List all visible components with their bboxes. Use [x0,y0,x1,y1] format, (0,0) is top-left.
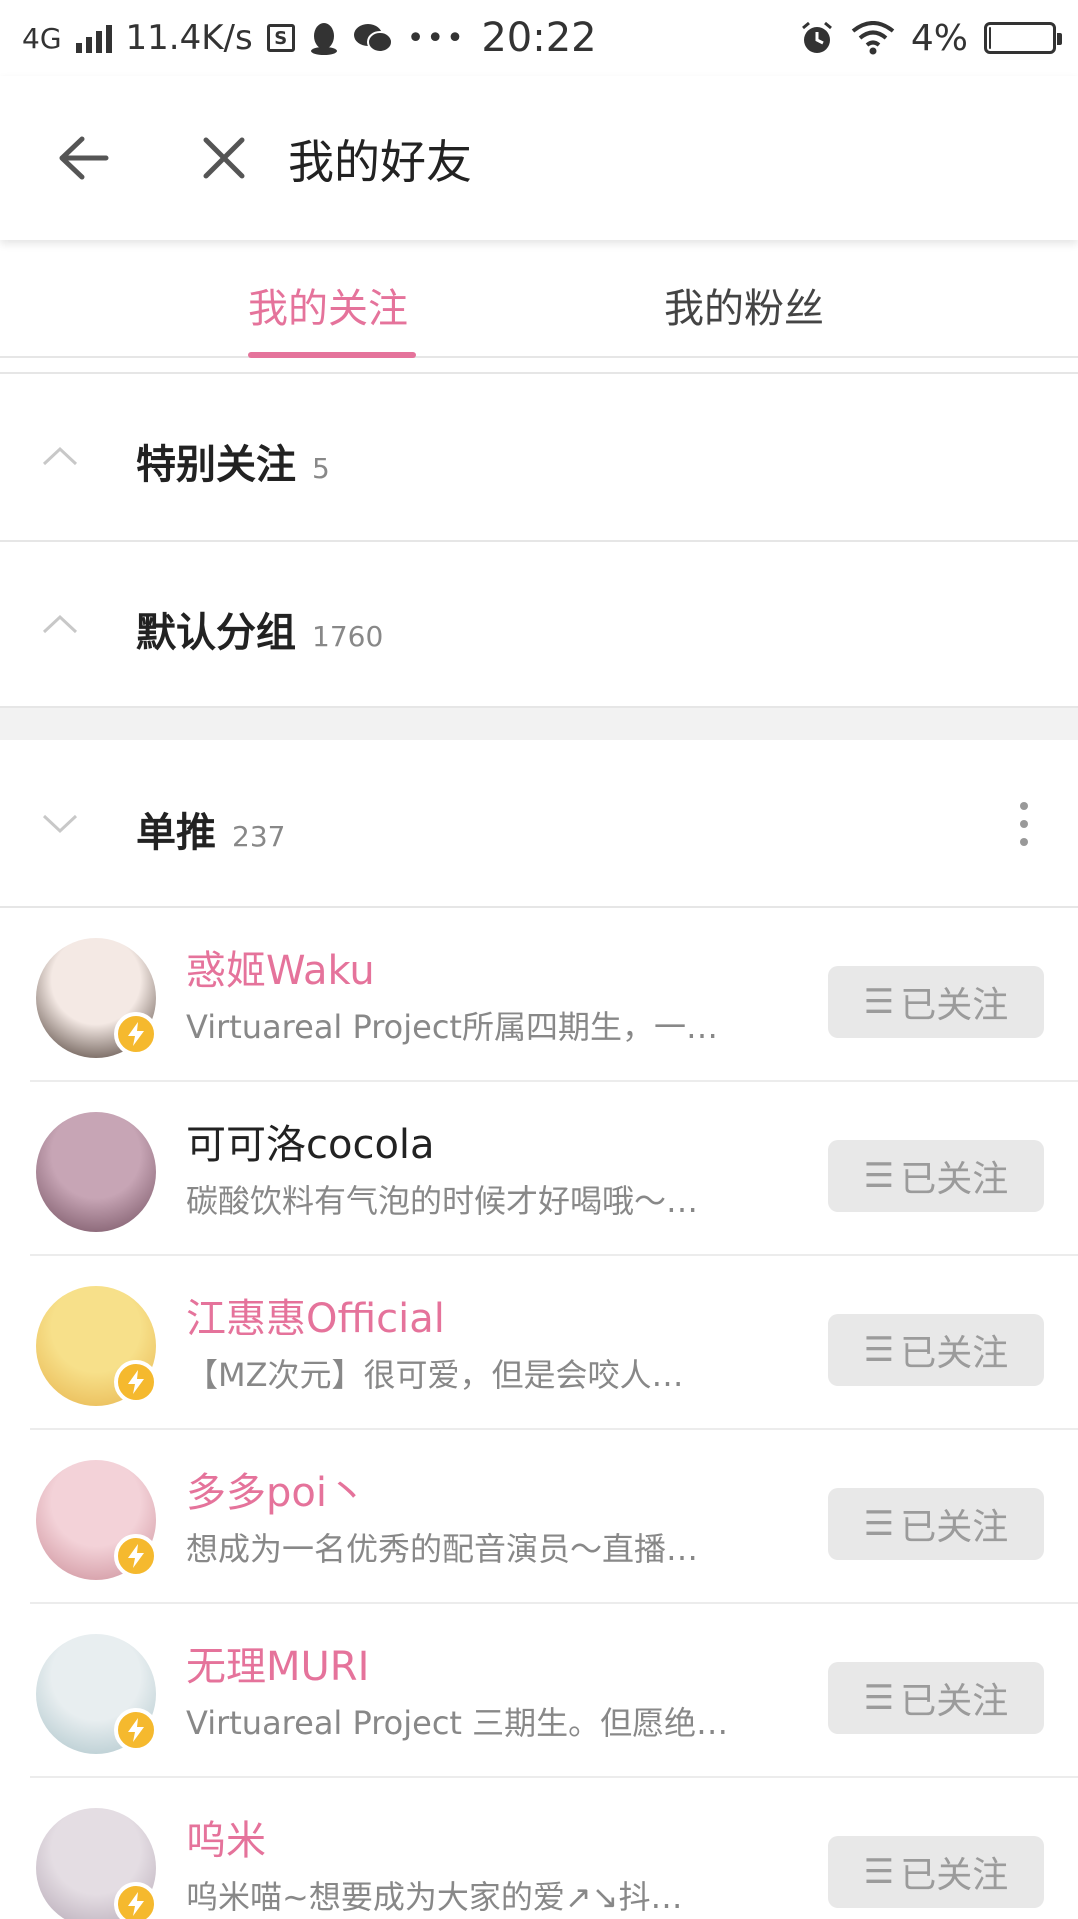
menu-lines-icon: ☰ [863,1330,895,1370]
followed-button[interactable]: ☰ 已关注 [828,1488,1044,1560]
arrow-left-icon [59,136,109,180]
followed-button[interactable]: ☰ 已关注 [828,1140,1044,1212]
lightning-badge-icon [114,1882,158,1919]
group-row-special[interactable]: 特别关注 5 [0,372,1078,540]
user-name[interactable]: 无理MURI [186,1634,369,1692]
network-type: 4G [22,21,62,55]
group-count: 5 [312,452,330,485]
chevron-down-icon [42,814,78,834]
group-title: 特别关注 5 [136,432,330,490]
avatar[interactable] [36,1112,156,1232]
followed-button[interactable]: ☰ 已关注 [828,1314,1044,1386]
menu-lines-icon: ☰ [863,1504,895,1544]
group-title: 单推 237 [136,800,285,858]
tab-following[interactable]: 我的关注 [248,276,408,334]
close-icon [203,137,245,179]
battery-fill [989,27,991,49]
user-row[interactable]: 惑姬Waku Virtuareal Project所属四期生，一… ☰ 已关注 [0,908,1078,1082]
app-bar: 我的好友 [0,76,1078,240]
page-title: 我的好友 [288,135,472,189]
qq-icon [310,23,337,55]
signal-icon [75,23,112,53]
group-row-default[interactable]: 默认分组 1760 [0,540,1078,708]
user-row[interactable]: 多多poi丶想成为一名优秀的配音演员～直播… ☰ 已关注 [0,1430,1078,1604]
dot [1020,802,1028,810]
user-description: 想成为一名优秀的配音演员～直播… [186,1530,699,1568]
status-right: 4% [799,17,1062,59]
user-row[interactable]: 呜米呜米喵~想要成为大家的爱↗↘抖… ☰ 已关注 [0,1778,1078,1919]
group-count: 1760 [312,620,384,653]
followed-label: 已关注 [900,1159,1009,1200]
status-bar: 4G 11.4K/s S ••• 20:22 4% [0,0,1078,76]
user-name[interactable]: 呜米 [186,1808,266,1866]
lightning-badge-icon [114,1012,158,1056]
tab-fans[interactable]: 我的粉丝 [664,276,824,334]
dot [1020,820,1028,828]
wechat-icon [353,24,393,53]
back-button[interactable] [52,128,116,188]
user-row[interactable]: 江惠惠Official 【MZ次元】很可爱，但是会咬人… ☰ 已关注 [0,1256,1078,1430]
group-name: 默认分组 [136,610,296,656]
user-description: 【MZ次元】很可爱，但是会咬人… [186,1356,684,1394]
group-name: 单推 [136,810,216,856]
tab-bar: 我的关注 我的粉丝 [0,240,1078,358]
menu-lines-icon: ☰ [863,1678,895,1718]
section-gap [0,708,1078,740]
followed-button[interactable]: ☰ 已关注 [828,966,1044,1038]
group-name: 特别关注 [136,442,296,488]
followed-button[interactable]: ☰ 已关注 [828,1836,1044,1908]
battery-percent: 4% [910,17,968,59]
active-tab-indicator [248,352,416,358]
followed-label: 已关注 [900,1855,1009,1896]
user-description: Virtuareal Project 三期生。但愿绝… [186,1704,729,1742]
sim-icon: S [266,24,295,52]
user-description: 碳酸饮料有气泡的时候才好喝哦～… [186,1182,699,1220]
menu-lines-icon: ☰ [863,982,895,1022]
user-name[interactable]: 多多poi丶 [186,1460,367,1518]
user-row[interactable]: 可可洛cocola 碳酸饮料有气泡的时候才好喝哦～… ☰ 已关注 [0,1082,1078,1256]
status-left: 4G 11.4K/s S ••• [22,18,466,58]
close-button[interactable] [192,128,256,188]
menu-lines-icon: ☰ [863,1156,895,1196]
user-name[interactable]: 江惠惠Official [186,1286,445,1344]
user-name[interactable]: 可可洛cocola [186,1112,435,1170]
followed-button[interactable]: ☰ 已关注 [828,1662,1044,1734]
battery-icon [984,22,1062,54]
menu-lines-icon: ☰ [863,1852,895,1892]
user-name[interactable]: 惑姬Waku [186,938,375,996]
lightning-badge-icon [114,1534,158,1578]
user-row[interactable]: 无理MURI Virtuareal Project 三期生。但愿绝… ☰ 已关注 [0,1604,1078,1778]
alarm-icon [801,21,832,53]
followed-label: 已关注 [900,1507,1009,1548]
lightning-badge-icon [114,1360,158,1404]
more-notifications-icon: ••• [406,20,466,56]
lightning-badge-icon [114,1708,158,1752]
user-description: Virtuareal Project所属四期生，一… [186,1008,718,1046]
group-count: 237 [232,820,286,853]
followed-label: 已关注 [900,1333,1009,1374]
group-row-dantui[interactable]: 单推 237 [0,740,1078,908]
wifi-icon [851,21,895,55]
chevron-up-icon [42,614,78,634]
followed-label: 已关注 [900,985,1009,1026]
chevron-up-icon [42,446,78,466]
dot [1020,838,1028,846]
user-description: 呜米喵~想要成为大家的爱↗↘抖… [186,1878,683,1916]
group-title: 默认分组 1760 [136,600,383,658]
group-more-button[interactable] [1012,802,1036,846]
followed-label: 已关注 [900,1681,1009,1722]
network-speed: 11.4K/s [125,18,253,58]
